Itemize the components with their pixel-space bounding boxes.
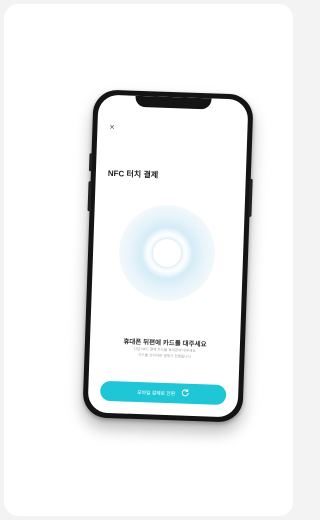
phone-button <box>88 153 93 172</box>
nfc-ripple-graphic <box>117 203 217 303</box>
phone-button <box>87 181 92 212</box>
phone-mockup: × NFC 터치 결제 휴대폰 뒤편에 카드를 대주세요 다날 NFC 결제 카… <box>82 89 254 423</box>
nfc-ripple-core <box>152 238 182 268</box>
cta-label: 모바일 결제로 전환 <box>137 390 176 397</box>
switch-to-mobile-payment-button[interactable]: 모바일 결제로 전환 <box>99 380 227 406</box>
background-card: × NFC 터치 결제 휴대폰 뒤편에 카드를 대주세요 다날 NFC 결제 카… <box>4 4 293 516</box>
phone-notch <box>135 95 212 110</box>
phone-screen: × NFC 터치 결제 휴대폰 뒤편에 카드를 대주세요 다날 NFC 결제 카… <box>87 94 249 418</box>
page-title: NFC 터치 결제 <box>107 168 159 180</box>
refresh-icon <box>181 389 189 399</box>
phone-button <box>248 178 253 217</box>
close-icon[interactable]: × <box>109 122 115 132</box>
